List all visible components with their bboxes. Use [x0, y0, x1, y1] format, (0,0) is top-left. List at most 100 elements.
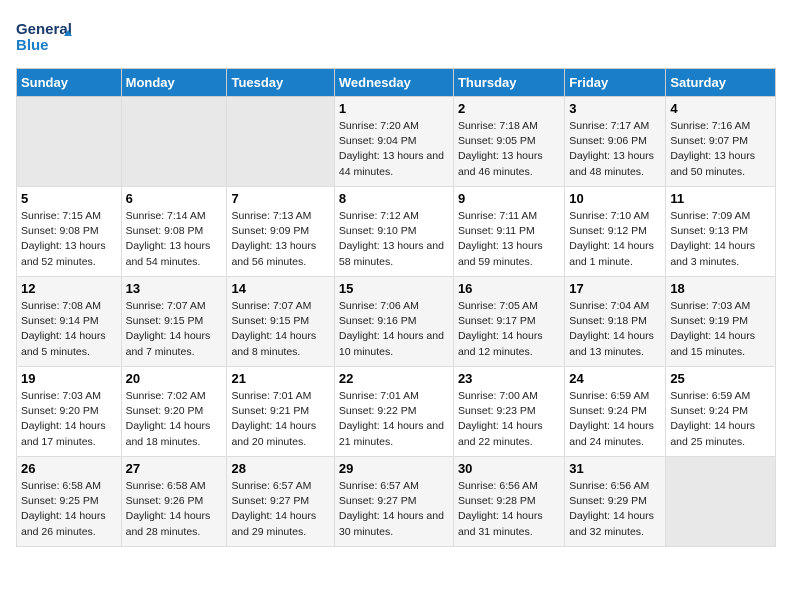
cell-info: Sunrise: 7:15 AMSunset: 9:08 PMDaylight:…	[21, 209, 117, 270]
calendar-cell: 29Sunrise: 6:57 AMSunset: 9:27 PMDayligh…	[334, 457, 453, 547]
day-number: 1	[339, 101, 449, 116]
header-friday: Friday	[565, 69, 666, 97]
calendar-cell: 19 Sunrise: 7:03 AMSunset: 9:20 PMDayligh…	[17, 367, 122, 457]
cell-info: Sunrise: 7:09 AMSunset: 9:13 PMDaylight:…	[670, 209, 771, 270]
day-number: 3	[569, 101, 661, 116]
day-number: 13	[126, 281, 223, 296]
calendar-cell: 22 Sunrise: 7:01 AMSunset: 9:22 PMDayligh…	[334, 367, 453, 457]
calendar-cell: 9 Sunrise: 7:11 AMSunset: 9:11 PMDaylight…	[453, 187, 564, 277]
calendar-cell: 27 Sunrise: 6:58 AMSunset: 9:26 PMDayligh…	[121, 457, 227, 547]
calendar-cell: 25 Sunrise: 6:59 AMSunset: 9:24 PMDayligh…	[666, 367, 776, 457]
cell-info: Sunrise: 7:02 AMSunset: 9:20 PMDaylight:…	[126, 389, 223, 450]
calendar-cell: 6Sunrise: 7:14 AMSunset: 9:08 PMDaylight…	[121, 187, 227, 277]
week-row-3: 12Sunrise: 7:08 AMSunset: 9:14 PMDayligh…	[17, 277, 776, 367]
cell-info: Sunrise: 7:03 AMSunset: 9:20 PMDaylight:…	[21, 389, 117, 450]
calendar-cell	[227, 97, 334, 187]
day-number: 25	[670, 371, 771, 386]
day-number: 17	[569, 281, 661, 296]
page-header: GeneralBlue	[16, 16, 776, 56]
calendar-cell: 1 Sunrise: 7:20 AMSunset: 9:04 PMDaylight…	[334, 97, 453, 187]
week-row-2: 5 Sunrise: 7:15 AMSunset: 9:08 PMDaylight…	[17, 187, 776, 277]
calendar-cell: 16 Sunrise: 7:05 AMSunset: 9:17 PMDayligh…	[453, 277, 564, 367]
day-number: 24	[569, 371, 661, 386]
calendar-cell: 21Sunrise: 7:01 AMSunset: 9:21 PMDayligh…	[227, 367, 334, 457]
calendar-cell: 8 Sunrise: 7:12 AMSunset: 9:10 PMDaylight…	[334, 187, 453, 277]
day-number: 15	[339, 281, 449, 296]
cell-info: Sunrise: 6:56 AMSunset: 9:29 PMDaylight:…	[569, 479, 661, 540]
cell-info: Sunrise: 7:13 AMSunset: 9:09 PMDaylight:…	[231, 209, 329, 270]
calendar-cell: 7 Sunrise: 7:13 AMSunset: 9:09 PMDaylight…	[227, 187, 334, 277]
calendar-cell: 5 Sunrise: 7:15 AMSunset: 9:08 PMDaylight…	[17, 187, 122, 277]
cell-info: Sunrise: 6:59 AMSunset: 9:24 PMDaylight:…	[670, 389, 771, 450]
week-row-5: 26 Sunrise: 6:58 AMSunset: 9:25 PMDayligh…	[17, 457, 776, 547]
day-number: 29	[339, 461, 449, 476]
calendar-cell: 2Sunrise: 7:18 AMSunset: 9:05 PMDaylight…	[453, 97, 564, 187]
calendar-cell: 14 Sunrise: 7:07 AMSunset: 9:15 PMDayligh…	[227, 277, 334, 367]
calendar-cell: 10 Sunrise: 7:10 AMSunset: 9:12 PMDayligh…	[565, 187, 666, 277]
calendar-cell: 28Sunrise: 6:57 AMSunset: 9:27 PMDayligh…	[227, 457, 334, 547]
logo-svg: GeneralBlue	[16, 16, 91, 56]
day-number: 22	[339, 371, 449, 386]
calendar-cell: 15 Sunrise: 7:06 AMSunset: 9:16 PMDayligh…	[334, 277, 453, 367]
calendar-cell: 13 Sunrise: 7:07 AMSunset: 9:15 PMDayligh…	[121, 277, 227, 367]
cell-info: Sunrise: 7:12 AMSunset: 9:10 PMDaylight:…	[339, 209, 449, 270]
day-number: 21	[231, 371, 329, 386]
cell-info: Sunrise: 7:05 AMSunset: 9:17 PMDaylight:…	[458, 299, 560, 360]
header-thursday: Thursday	[453, 69, 564, 97]
day-number: 8	[339, 191, 449, 206]
calendar-cell: 20 Sunrise: 7:02 AMSunset: 9:20 PMDayligh…	[121, 367, 227, 457]
day-number: 11	[670, 191, 771, 206]
cell-info: Sunrise: 7:06 AMSunset: 9:16 PMDaylight:…	[339, 299, 449, 360]
calendar-cell: 3 Sunrise: 7:17 AMSunset: 9:06 PMDaylight…	[565, 97, 666, 187]
logo: GeneralBlue	[16, 16, 91, 56]
day-number: 23	[458, 371, 560, 386]
day-number: 20	[126, 371, 223, 386]
cell-info: Sunrise: 7:03 AMSunset: 9:19 PMDaylight:…	[670, 299, 771, 360]
svg-text:Blue: Blue	[16, 37, 49, 54]
day-number: 14	[231, 281, 329, 296]
cell-info: Sunrise: 7:04 AMSunset: 9:18 PMDaylight:…	[569, 299, 661, 360]
calendar-cell: 31 Sunrise: 6:56 AMSunset: 9:29 PMDayligh…	[565, 457, 666, 547]
calendar-cell: 17 Sunrise: 7:04 AMSunset: 9:18 PMDayligh…	[565, 277, 666, 367]
calendar-cell: 4 Sunrise: 7:16 AMSunset: 9:07 PMDaylight…	[666, 97, 776, 187]
cell-info: Sunrise: 7:07 AMSunset: 9:15 PMDaylight:…	[231, 299, 329, 360]
header-wednesday: Wednesday	[334, 69, 453, 97]
day-number: 5	[21, 191, 117, 206]
day-number: 30	[458, 461, 560, 476]
day-number: 4	[670, 101, 771, 116]
calendar-cell: 30 Sunrise: 6:56 AMSunset: 9:28 PMDayligh…	[453, 457, 564, 547]
calendar-cell: 26 Sunrise: 6:58 AMSunset: 9:25 PMDayligh…	[17, 457, 122, 547]
day-number: 10	[569, 191, 661, 206]
day-number: 9	[458, 191, 560, 206]
calendar-cell: 18 Sunrise: 7:03 AMSunset: 9:19 PMDayligh…	[666, 277, 776, 367]
day-number: 27	[126, 461, 223, 476]
day-number: 16	[458, 281, 560, 296]
calendar-cell	[666, 457, 776, 547]
cell-info: Sunrise: 7:11 AMSunset: 9:11 PMDaylight:…	[458, 209, 560, 270]
cell-info: Sunrise: 7:18 AMSunset: 9:05 PMDaylight:…	[458, 119, 560, 180]
cell-info: Sunrise: 7:10 AMSunset: 9:12 PMDaylight:…	[569, 209, 661, 270]
day-number: 7	[231, 191, 329, 206]
cell-info: Sunrise: 6:59 AMSunset: 9:24 PMDaylight:…	[569, 389, 661, 450]
cell-info: Sunrise: 7:17 AMSunset: 9:06 PMDaylight:…	[569, 119, 661, 180]
day-number: 12	[21, 281, 117, 296]
cell-info: Sunrise: 7:20 AMSunset: 9:04 PMDaylight:…	[339, 119, 449, 180]
cell-info: Sunrise: 7:07 AMSunset: 9:15 PMDaylight:…	[126, 299, 223, 360]
cell-info: Sunrise: 6:58 AMSunset: 9:25 PMDaylight:…	[21, 479, 117, 540]
cell-info: Sunrise: 6:58 AMSunset: 9:26 PMDaylight:…	[126, 479, 223, 540]
header-tuesday: Tuesday	[227, 69, 334, 97]
calendar-cell: 23Sunrise: 7:00 AMSunset: 9:23 PMDayligh…	[453, 367, 564, 457]
day-number: 31	[569, 461, 661, 476]
calendar-cell	[121, 97, 227, 187]
day-number: 19	[21, 371, 117, 386]
cell-info: Sunrise: 6:56 AMSunset: 9:28 PMDaylight:…	[458, 479, 560, 540]
day-number: 26	[21, 461, 117, 476]
header-sunday: Sunday	[17, 69, 122, 97]
day-number: 6	[126, 191, 223, 206]
cell-info: Sunrise: 7:16 AMSunset: 9:07 PMDaylight:…	[670, 119, 771, 180]
calendar-cell: 12Sunrise: 7:08 AMSunset: 9:14 PMDayligh…	[17, 277, 122, 367]
header-saturday: Saturday	[666, 69, 776, 97]
calendar-cell: 24 Sunrise: 6:59 AMSunset: 9:24 PMDayligh…	[565, 367, 666, 457]
day-number: 18	[670, 281, 771, 296]
cell-info: Sunrise: 7:01 AMSunset: 9:22 PMDaylight:…	[339, 389, 449, 450]
